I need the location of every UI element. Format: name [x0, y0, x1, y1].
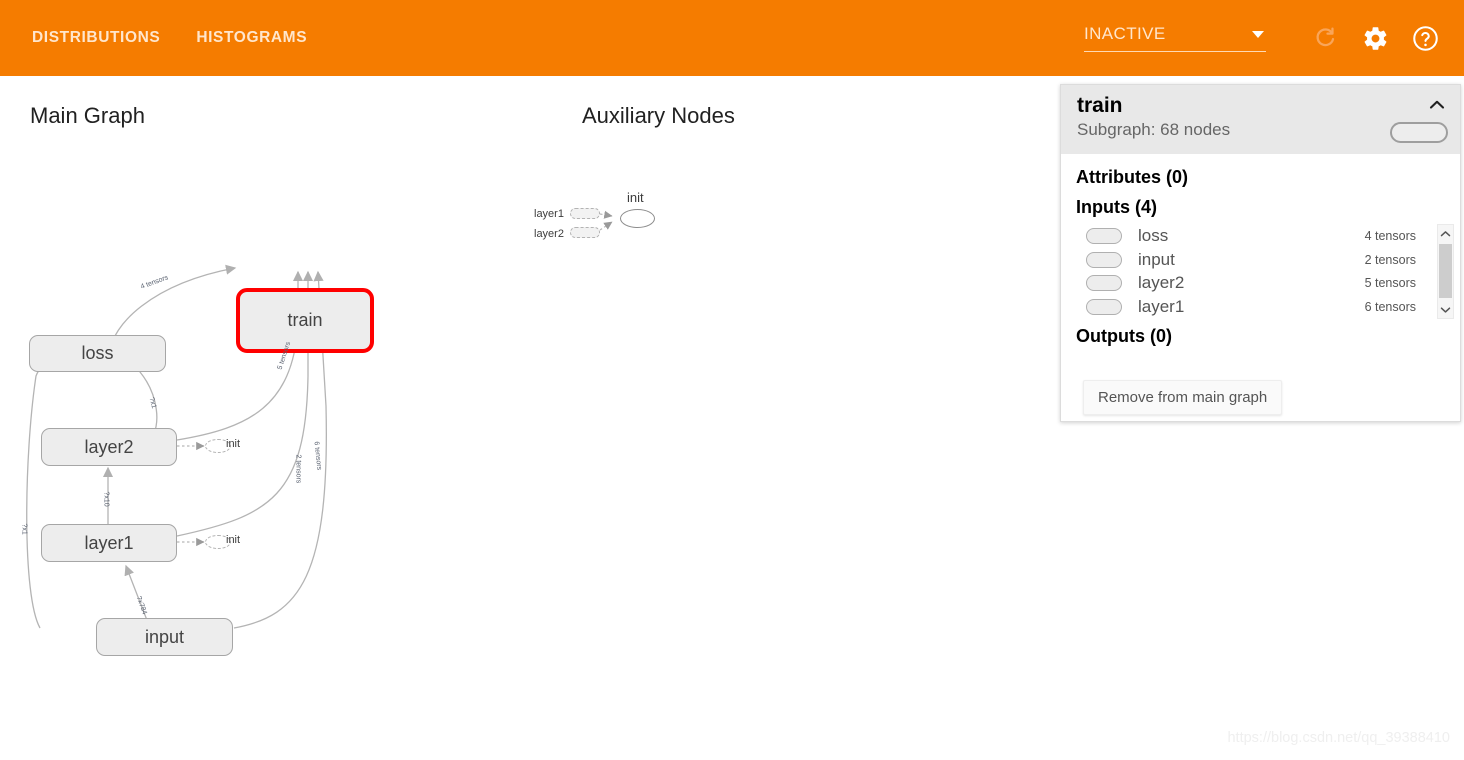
edge-label: ?x1 — [20, 523, 28, 535]
gear-icon[interactable] — [1358, 21, 1392, 55]
tab-histograms[interactable]: HISTOGRAMS — [178, 29, 325, 47]
node-badge[interactable] — [1390, 122, 1448, 143]
inputs-scrollbar[interactable] — [1437, 224, 1454, 319]
graph-node-label: layer2 — [84, 436, 134, 457]
run-selector-value: INACTIVE — [1084, 24, 1166, 43]
input-row-layer2[interactable]: layer2 5 tensors — [1086, 272, 1460, 296]
input-tensor-count: 5 tensors — [1364, 276, 1416, 291]
aux-stub-label-layer1: layer1 — [534, 208, 564, 220]
inputs-list: loss 4 tensors input 2 tensors layer2 5 … — [1086, 224, 1460, 319]
node-pill-icon — [1086, 251, 1122, 268]
init-node-label: init — [226, 438, 241, 450]
graph-node-label: input — [144, 626, 185, 647]
input-tensor-count: 2 tensors — [1364, 252, 1416, 267]
run-selector[interactable]: INACTIVE — [1084, 24, 1266, 52]
graph-node-layer1[interactable]: layer1 — [41, 524, 177, 562]
graph-node-label: loss — [81, 343, 114, 363]
graph-edges — [26, 210, 613, 629]
watermark: https://blog.csdn.net/qq_39388410 — [1227, 730, 1450, 746]
node-pill-icon — [1086, 275, 1122, 292]
tab-distributions[interactable]: DISTRIBUTIONS — [14, 29, 178, 47]
top-bar-right-controls: INACTIVE — [1084, 21, 1464, 55]
input-name: loss — [1138, 225, 1169, 245]
edge-label: 2 tensors — [294, 454, 302, 484]
input-tensor-count: 6 tensors — [1364, 300, 1416, 315]
scroll-down-icon[interactable] — [1438, 301, 1453, 318]
inputs-heading: Inputs (4) — [1076, 197, 1157, 217]
input-name: layer2 — [1138, 273, 1185, 293]
node-pill-icon — [1086, 227, 1122, 244]
graph-node-label: layer1 — [84, 532, 134, 553]
refresh-icon[interactable] — [1308, 21, 1342, 55]
edge-label: ?x10 — [102, 491, 110, 507]
input-row-input[interactable]: input 2 tensors — [1086, 248, 1460, 272]
graph-node-label: train — [287, 310, 323, 330]
top-app-bar: DISTRIBUTIONS HISTOGRAMS INACTIVE — [0, 0, 1464, 76]
graph-canvas[interactable]: train loss layer2 layer1 input init init… — [0, 76, 1060, 760]
graph-node-input[interactable]: input — [96, 618, 233, 656]
attributes-heading: Attributes (0) — [1076, 167, 1188, 187]
scroll-up-icon[interactable] — [1438, 225, 1453, 242]
aux-stub-layer2[interactable] — [570, 227, 600, 238]
nav-tabs: DISTRIBUTIONS HISTOGRAMS — [0, 29, 325, 47]
graph-node-train[interactable]: train — [236, 288, 374, 353]
aux-init-node-icon[interactable] — [620, 209, 655, 228]
node-info-title: train — [1077, 94, 1123, 117]
input-row-layer1[interactable]: layer1 6 tensors — [1086, 295, 1460, 319]
aux-stub-label-layer2: layer2 — [534, 228, 564, 240]
input-name: layer1 — [1138, 297, 1185, 317]
graph-node-layer2[interactable]: layer2 — [41, 428, 177, 466]
node-info-body: Attributes (0) Inputs (4) loss 4 tensors… — [1061, 154, 1460, 349]
graph-node-loss[interactable]: loss — [29, 335, 166, 372]
aux-stub-layer1[interactable] — [570, 208, 600, 219]
node-info-subtitle: Subgraph: 68 nodes — [1077, 120, 1231, 139]
node-info-header: train Subgraph: 68 nodes — [1061, 85, 1460, 154]
node-pill-icon — [1086, 299, 1122, 316]
input-row-loss[interactable]: loss 4 tensors — [1086, 224, 1460, 248]
remove-from-main-graph-button[interactable]: Remove from main graph — [1083, 380, 1283, 415]
node-info-panel: train Subgraph: 68 nodes Attributes (0) … — [1060, 84, 1461, 422]
scrollbar-thumb[interactable] — [1439, 244, 1452, 298]
input-name: input — [1138, 249, 1175, 269]
chevron-up-icon[interactable] — [1427, 97, 1447, 113]
init-node-label: init — [226, 534, 241, 546]
help-icon[interactable] — [1408, 21, 1442, 55]
chevron-down-icon — [1252, 30, 1264, 38]
input-tensor-count: 4 tensors — [1364, 228, 1416, 243]
outputs-heading: Outputs (0) — [1076, 326, 1172, 347]
aux-init-node-label: init — [627, 190, 644, 205]
